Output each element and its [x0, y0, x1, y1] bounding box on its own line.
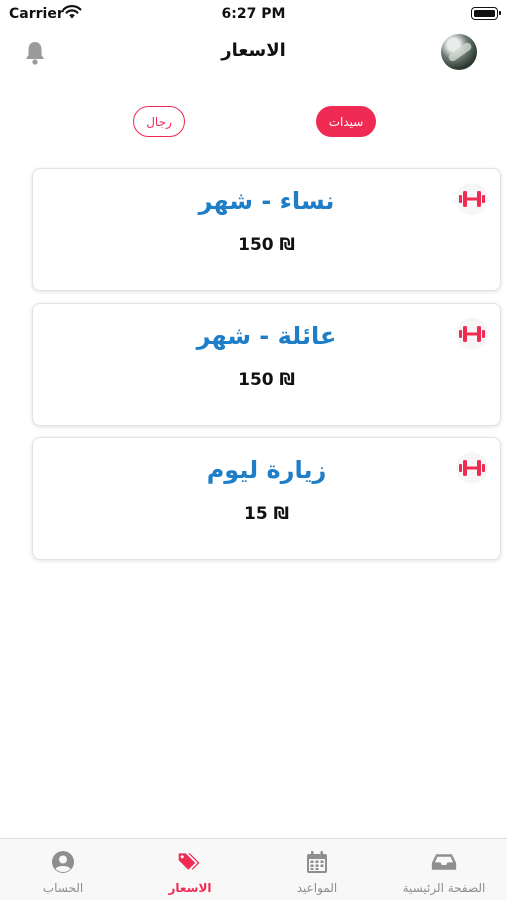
tab-appointments[interactable]: المواعيد — [254, 839, 380, 900]
tab-home[interactable]: الصفحة الرئيسية — [381, 839, 507, 900]
tab-label: الاسعار — [168, 881, 212, 895]
plan-price: 150 ₪ — [238, 235, 295, 255]
plan-card[interactable]: زيارة ليوم 15 ₪ — [32, 437, 501, 560]
tab-label: الصفحة الرئيسية — [402, 881, 486, 895]
inbox-icon — [431, 849, 457, 875]
clock: 6:27 PM — [221, 6, 286, 22]
calendar-icon — [304, 849, 330, 875]
plan-price: 15 ₪ — [244, 504, 289, 524]
women-filter-button[interactable]: سيدات — [316, 106, 376, 137]
plan-title: نساء - شهر — [198, 187, 335, 215]
user-circle-icon — [50, 849, 76, 875]
battery-icon — [471, 7, 501, 20]
tab-account[interactable]: الحساب — [0, 839, 126, 900]
plan-card[interactable]: نساء - شهر 150 ₪ — [32, 168, 501, 291]
tab-label: المواعيد — [296, 881, 338, 895]
men-filter-button[interactable]: رجال — [133, 106, 185, 137]
plan-title: عائلة - شهر — [196, 322, 337, 350]
app-header: الاسعار — [0, 30, 507, 76]
tab-prices[interactable]: الاسعار — [127, 839, 253, 900]
avatar[interactable] — [441, 34, 477, 70]
tab-label: الحساب — [42, 881, 84, 895]
tags-icon — [177, 849, 203, 875]
plan-card[interactable]: عائلة - شهر 150 ₪ — [32, 303, 501, 426]
page-title: الاسعار — [221, 40, 286, 61]
status-bar: Carrier 6:27 PM — [0, 0, 507, 28]
plan-title: زيارة ليوم — [206, 456, 327, 484]
tab-bar: الحساب الاسعار المواعيد الصفحة الرئيسية — [0, 838, 507, 900]
plan-price: 150 ₪ — [238, 370, 295, 390]
